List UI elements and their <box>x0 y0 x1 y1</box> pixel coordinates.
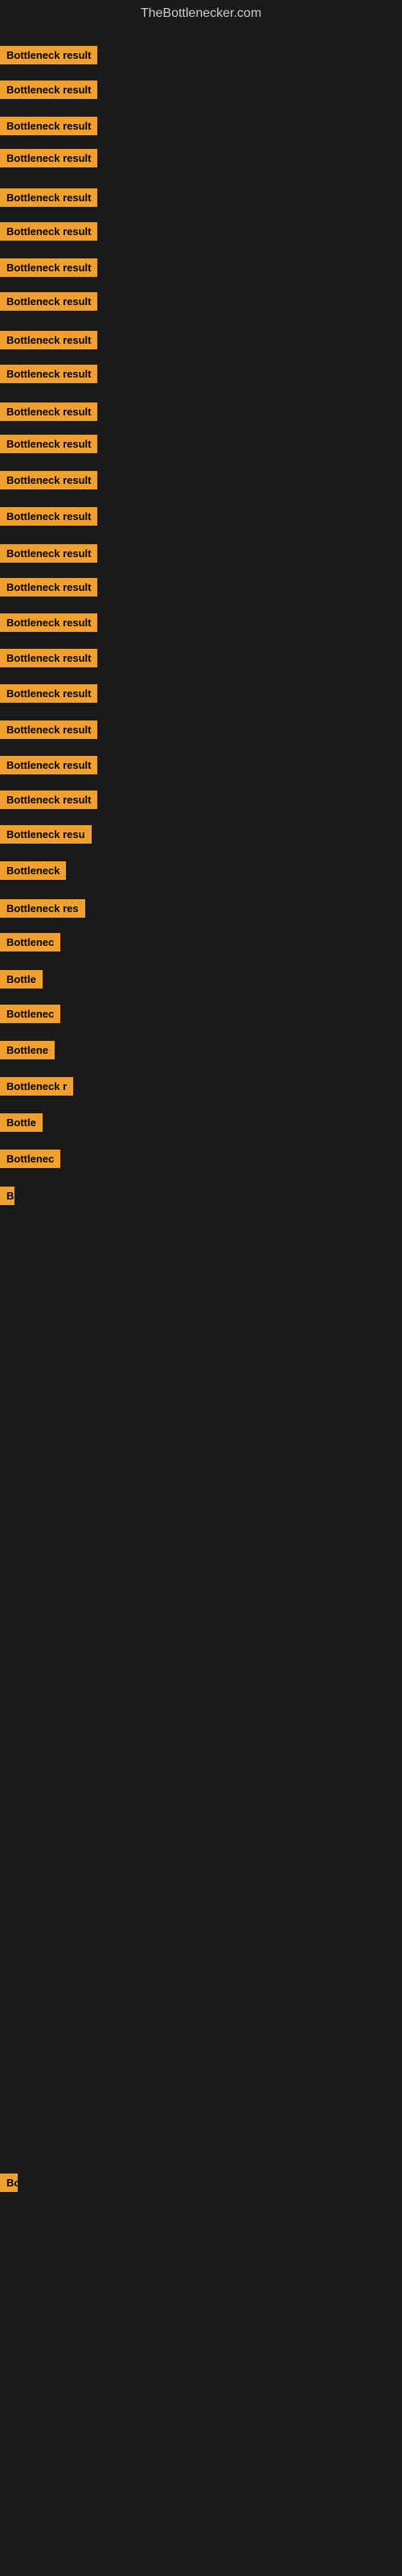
bottleneck-result-item[interactable]: Bottleneck result <box>0 720 97 739</box>
bottleneck-result-item[interactable]: Bottleneck result <box>0 402 97 421</box>
site-title: TheBottlenecker.com <box>0 0 402 27</box>
bottleneck-result-item[interactable]: Bottleneck result <box>0 507 97 526</box>
bottleneck-result-item[interactable]: Bottleneck resu <box>0 825 92 844</box>
bottleneck-result-item[interactable]: Bottlene <box>0 1041 55 1059</box>
bottleneck-result-item[interactable]: Bottleneck r <box>0 1077 73 1096</box>
bottleneck-result-item[interactable]: Bo <box>0 2174 18 2192</box>
bottleneck-result-item[interactable]: Bottleneck result <box>0 365 97 383</box>
bottleneck-result-item[interactable]: Bottlenec <box>0 1150 60 1168</box>
bottleneck-result-item[interactable]: Bottleneck result <box>0 46 97 64</box>
bottleneck-result-item[interactable]: Bottleneck result <box>0 331 97 349</box>
bottleneck-result-item[interactable]: Bottle <box>0 970 43 989</box>
bottleneck-result-item[interactable]: Bottleneck res <box>0 899 85 918</box>
bottleneck-result-item[interactable]: Bottleneck result <box>0 649 97 667</box>
bottleneck-result-item[interactable]: Bottlenec <box>0 1005 60 1023</box>
bottleneck-result-item[interactable]: Bottleneck result <box>0 756 97 774</box>
bottleneck-result-item[interactable]: Bottleneck result <box>0 435 97 453</box>
bottleneck-result-item[interactable]: Bottleneck result <box>0 544 97 563</box>
bottleneck-result-item[interactable]: Bottlenec <box>0 933 60 952</box>
bottleneck-result-item[interactable]: Bottleneck <box>0 861 66 880</box>
bottleneck-result-item[interactable]: Bottleneck result <box>0 117 97 135</box>
bottleneck-result-item[interactable]: Bottleneck result <box>0 80 97 99</box>
bottleneck-result-item[interactable]: Bottleneck result <box>0 578 97 597</box>
bottleneck-result-item[interactable]: Bottleneck result <box>0 684 97 703</box>
page-wrapper: TheBottlenecker.com Bottleneck resultBot… <box>0 0 402 27</box>
bottleneck-result-item[interactable]: Bottleneck result <box>0 292 97 311</box>
bottleneck-result-item[interactable]: Bottleneck result <box>0 791 97 809</box>
bottleneck-result-item[interactable]: Bottle <box>0 1113 43 1132</box>
bottleneck-result-item[interactable]: Bottleneck result <box>0 613 97 632</box>
bottleneck-result-item[interactable]: Bottleneck result <box>0 471 97 489</box>
bottleneck-result-item[interactable]: Bottleneck result <box>0 188 97 207</box>
bottleneck-result-item[interactable]: Bottleneck result <box>0 149 97 167</box>
bottleneck-result-item[interactable]: Bottleneck result <box>0 258 97 277</box>
bottleneck-result-item[interactable]: B <box>0 1187 14 1205</box>
bottleneck-result-item[interactable]: Bottleneck result <box>0 222 97 241</box>
